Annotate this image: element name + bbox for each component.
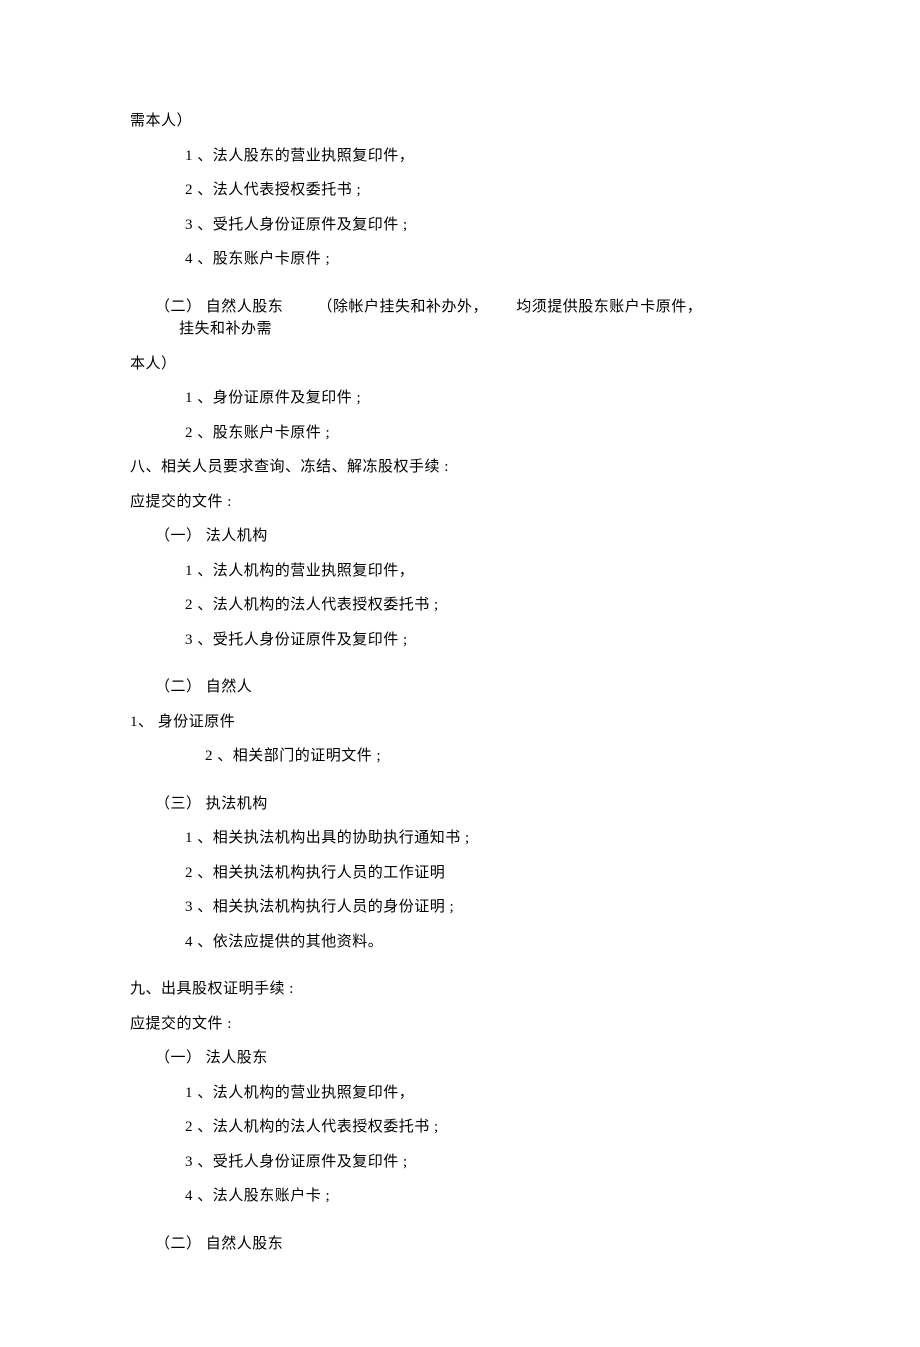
heading-seg: 挂失和补办需: [179, 318, 272, 341]
list-item: 2 、股东账户卡原件 ;: [130, 422, 790, 445]
list-item: 2 、相关执法机构执行人员的工作证明: [130, 862, 790, 885]
list-item: 4 、依法应提供的其他资料。: [130, 931, 790, 954]
list-item: 1 、法人机构的营业执照复印件，: [130, 1082, 790, 1105]
list-item: 3 、受托人身份证原件及复印件 ;: [130, 1151, 790, 1174]
list-item: 1 、法人股东的营业执照复印件，: [130, 145, 790, 168]
section-subtitle: 应提交的文件 :: [130, 1013, 790, 1036]
subsection-heading: （一） 法人机构: [130, 525, 790, 548]
list-item: 1 、法人机构的营业执照复印件，: [130, 560, 790, 583]
heading-seg: 均须提供股东账户卡原件，: [516, 296, 702, 319]
list-item: 3 、受托人身份证原件及复印件 ;: [130, 629, 790, 652]
list-item: 3 、相关执法机构执行人员的身份证明 ;: [130, 896, 790, 919]
section-title: 八、相关人员要求查询、冻结、解冻股权手续 :: [130, 456, 790, 479]
subsection-heading: （二） 自然人: [130, 676, 790, 699]
list-item: 1 、相关执法机构出具的协助执行通知书 ;: [130, 827, 790, 850]
list-item: 2 、相关部门的证明文件 ;: [130, 745, 790, 768]
list-item: 4 、法人股东账户卡 ;: [130, 1185, 790, 1208]
list-item: 2 、法人机构的法人代表授权委托书 ;: [130, 594, 790, 617]
list-item: 3 、受托人身份证原件及复印件 ;: [130, 214, 790, 237]
list-item: 1 、身份证原件及复印件 ;: [130, 387, 790, 410]
subsection-heading: （二） 自然人股东 （除帐户挂失和补办外， 均须提供股东账户卡原件， 挂失和补办…: [130, 296, 790, 341]
subsection-heading: （三） 执法机构: [130, 793, 790, 816]
section-subtitle: 应提交的文件 :: [130, 491, 790, 514]
list-item: 2 、法人代表授权委托书 ;: [130, 179, 790, 202]
heading-tail: 本人）: [130, 353, 790, 376]
heading-seg: （除帐户挂失和补办外，: [318, 296, 489, 319]
continuation-text: 需本人）: [130, 110, 790, 133]
heading-seg: （二） 自然人股东: [155, 296, 283, 319]
subsection-heading: （一） 法人股东: [130, 1047, 790, 1070]
subsection-heading: （二） 自然人股东: [130, 1233, 790, 1256]
list-item: 2 、法人机构的法人代表授权委托书 ;: [130, 1116, 790, 1139]
section-title: 九、出具股权证明手续 :: [130, 978, 790, 1001]
list-item: 1、 身份证原件: [130, 711, 790, 734]
list-item: 4 、股东账户卡原件 ;: [130, 248, 790, 271]
